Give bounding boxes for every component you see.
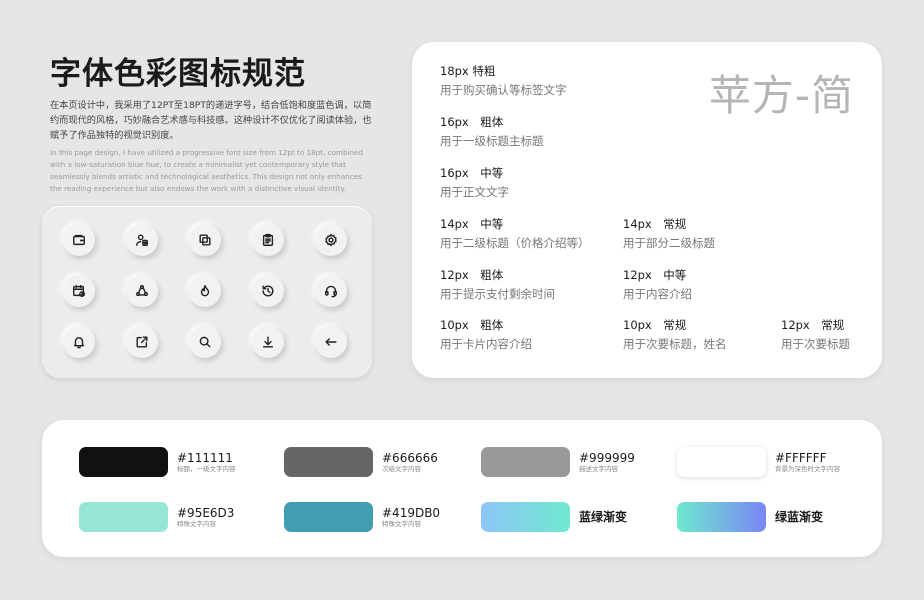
type-usage-label: 用于提示支付剩余时间	[440, 287, 555, 301]
color-item: #419DB0 特殊文字内容	[284, 502, 440, 532]
type-usage-label: 用于次要标题	[781, 337, 850, 351]
user-document-icon[interactable]	[126, 224, 158, 256]
type-spec-label: 14px 中等	[440, 217, 504, 231]
calendar-clock-icon[interactable]	[63, 275, 95, 307]
color-item: 绿蓝渐变	[677, 502, 823, 532]
type-spec-item: 16px 中等 用于正文文字	[440, 165, 509, 200]
type-spec-label: 16px 粗体	[440, 115, 504, 129]
color-swatch	[481, 502, 570, 532]
color-note: 标题，一级文字内容	[177, 464, 236, 473]
type-spec-item: 12px 常规 用于次要标题	[781, 317, 850, 352]
type-spec-item: 14px 中等 用于二级标题（价格介绍等）	[440, 216, 590, 251]
font-family-name: 苹方-简	[708, 71, 854, 120]
type-spec-label: 18px 特粗	[440, 64, 496, 78]
type-spec-label: 12px 常规	[781, 318, 845, 332]
color-swatch	[677, 447, 766, 477]
color-swatch	[284, 502, 373, 532]
type-spec-item: 12px 中等 用于内容介绍	[623, 267, 692, 302]
type-spec-label: 10px 常规	[623, 318, 687, 332]
type-usage-label: 用于二级标题（价格介绍等）	[440, 236, 590, 250]
color-swatch	[284, 447, 373, 477]
color-item: #FFFFFF 背景为深色时文字内容	[677, 447, 840, 477]
type-usage-label: 用于部分二级标题	[623, 236, 715, 250]
icon-panel	[42, 206, 372, 378]
type-spec-item: 18px 特粗 用于购买确认等标签文字	[440, 63, 567, 98]
wallet-icon[interactable]	[63, 224, 95, 256]
typography-card: 苹方-简 18px 特粗 用于购买确认等标签文字 16px 粗体 用于一级标题主…	[412, 42, 882, 378]
headset-icon[interactable]	[315, 275, 347, 307]
type-spec-item: 10px 常规 用于次要标题，姓名	[623, 317, 727, 352]
color-item: #111111 标题，一级文字内容	[79, 447, 236, 477]
type-usage-label: 用于卡片内容介绍	[440, 337, 532, 351]
color-code: #95E6D3	[177, 505, 235, 520]
recycle-icon[interactable]	[126, 275, 158, 307]
flame-icon[interactable]	[189, 275, 221, 307]
clipboard-icon[interactable]	[252, 224, 284, 256]
color-code: 绿蓝渐变	[775, 510, 824, 524]
type-usage-label: 用于购买确认等标签文字	[440, 83, 567, 97]
type-spec-item: 16px 粗体 用于一级标题主标题	[440, 114, 544, 149]
color-item: #666666 次级文字内容	[284, 447, 438, 477]
color-palette-card: #111111 标题，一级文字内容 #666666 次级文字内容 #999999…	[42, 420, 882, 557]
type-spec-label: 16px 中等	[440, 166, 504, 180]
color-code: #666666	[382, 450, 438, 465]
color-item: 蓝绿渐变	[481, 502, 627, 532]
color-code: 蓝绿渐变	[579, 510, 628, 524]
color-item: #95E6D3 特殊文字内容	[79, 502, 234, 532]
color-code: #999999	[579, 450, 635, 465]
bell-icon[interactable]	[63, 326, 95, 358]
search-icon[interactable]	[189, 326, 221, 358]
type-usage-label: 用于正文文字	[440, 185, 509, 199]
description-chinese: 在本页设计中，我采用了12PT至18PT的递进字号，结合低饱和度蓝色调，以简约而…	[50, 100, 372, 141]
page-title: 字体色彩图标规范	[50, 56, 306, 92]
type-usage-label: 用于一级标题主标题	[440, 134, 544, 148]
copy-icon[interactable]	[189, 224, 221, 256]
color-item: #999999 描述文字内容	[481, 447, 635, 477]
type-spec-label: 14px 常规	[623, 217, 687, 231]
type-spec-label: 12px 粗体	[440, 268, 504, 282]
color-swatch	[481, 447, 570, 477]
color-swatch	[677, 502, 766, 532]
color-note: 特殊文字内容	[177, 519, 216, 528]
type-usage-label: 用于内容介绍	[623, 287, 692, 301]
color-note: 描述文字内容	[579, 464, 618, 473]
color-code: #419DB0	[382, 505, 441, 520]
arrow-left-icon[interactable]	[315, 326, 347, 358]
type-spec-item: 14px 常规 用于部分二级标题	[623, 216, 715, 251]
color-code: #111111	[177, 450, 233, 465]
share-icon[interactable]	[126, 326, 158, 358]
color-note: 特殊文字内容	[382, 519, 421, 528]
type-spec-label: 12px 中等	[623, 268, 687, 282]
settings-icon[interactable]	[315, 224, 347, 256]
type-usage-label: 用于次要标题，姓名	[623, 337, 727, 351]
type-spec-item: 12px 粗体 用于提示支付剩余时间	[440, 267, 555, 302]
icon-grid	[63, 224, 347, 358]
color-note: 次级文字内容	[382, 464, 421, 473]
type-spec-item: 10px 粗体 用于卡片内容介绍	[440, 317, 532, 352]
description-english: In this page design, I have utilized a p…	[50, 148, 364, 193]
download-icon[interactable]	[252, 326, 284, 358]
history-icon[interactable]	[252, 275, 284, 307]
color-code: #FFFFFF	[775, 450, 827, 465]
color-swatch	[79, 447, 168, 477]
type-spec-label: 10px 粗体	[440, 318, 504, 332]
color-note: 背景为深色时文字内容	[775, 464, 840, 473]
color-swatch	[79, 502, 168, 532]
